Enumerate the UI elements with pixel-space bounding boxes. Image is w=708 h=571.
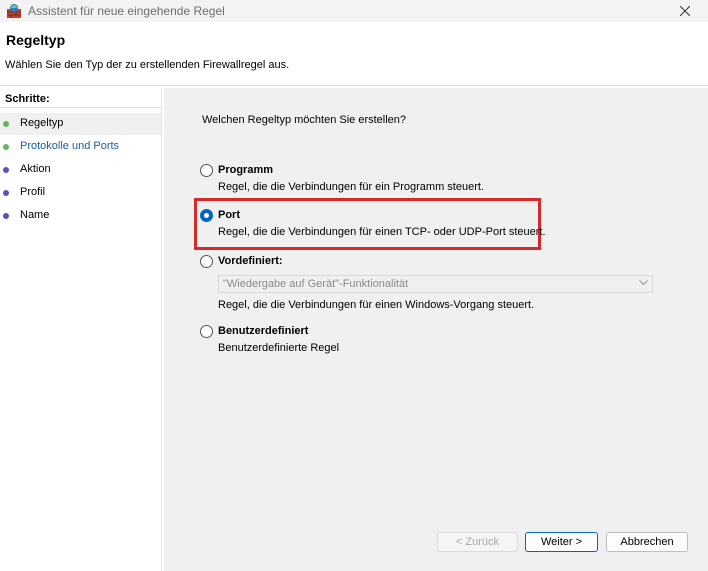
step-pending-dot-icon — [3, 213, 9, 219]
option-title: Benutzerdefiniert — [218, 325, 309, 337]
rule-type-question: Welchen Regeltyp möchten Sie erstellen? — [202, 114, 407, 126]
step-complete-dot-icon — [3, 144, 9, 150]
step-label: Protokolle und Ports — [20, 140, 120, 152]
window-title: Assistent für neue eingehende Regel — [28, 4, 225, 18]
step-label: Aktion — [20, 163, 51, 175]
radio-programm[interactable] — [200, 164, 213, 177]
predefined-select[interactable]: "Wiedergabe auf Gerät"-Funktionalität — [218, 275, 653, 293]
step-regeltyp[interactable]: Regeltyp — [0, 113, 161, 135]
steps-sidebar: Schritte: Regeltyp Protokolle und Ports … — [0, 88, 162, 571]
page-description: Wählen Sie den Typ der zu erstellenden F… — [5, 59, 290, 71]
predefined-select-value: "Wiedergabe auf Gerät"-Funktionalität — [223, 278, 409, 290]
cancel-button[interactable]: Abbrechen — [606, 532, 688, 552]
step-protokolle-und-ports[interactable]: Protokolle und Ports — [0, 136, 161, 158]
close-button[interactable] — [662, 0, 708, 22]
title-bar: Assistent für neue eingehende Regel — [0, 0, 708, 22]
page-title: Regeltyp — [6, 32, 66, 48]
option-title: Programm — [218, 164, 274, 176]
option-title: Vordefiniert: — [218, 255, 283, 267]
option-title: Port — [218, 209, 240, 221]
steps-heading: Schritte: — [0, 88, 161, 108]
step-label: Regeltyp — [20, 117, 64, 129]
highlight-box — [194, 198, 541, 250]
back-button[interactable]: < Zurück — [437, 532, 518, 552]
chevron-down-icon — [639, 280, 648, 286]
main-panel: Welchen Regeltyp möchten Sie erstellen? … — [164, 88, 708, 571]
step-pending-dot-icon — [3, 167, 9, 173]
radio-benutzerdefiniert[interactable] — [200, 325, 213, 338]
option-description: Regel, die die Verbindungen für ein Prog… — [218, 181, 484, 193]
option-description: Benutzerdefinierte Regel — [218, 342, 340, 354]
radio-vordefiniert[interactable] — [200, 255, 213, 268]
step-complete-dot-icon — [3, 121, 9, 127]
steps-heading-label: Schritte: — [5, 93, 50, 105]
step-name[interactable]: Name — [0, 205, 161, 227]
step-label: Name — [20, 209, 50, 221]
wizard-header: Regeltyp Wählen Sie den Typ der zu erste… — [0, 22, 708, 86]
predefined-description: Regel, die die Verbindungen für einen Wi… — [218, 299, 535, 311]
step-pending-dot-icon — [3, 190, 9, 196]
radio-port[interactable] — [200, 209, 213, 222]
step-aktion[interactable]: Aktion — [0, 159, 161, 181]
step-label: Profil — [20, 186, 46, 198]
option-description: Regel, die die Verbindungen für einen TC… — [218, 226, 546, 238]
close-icon — [680, 6, 690, 16]
firewall-app-icon — [7, 4, 21, 18]
next-button[interactable]: Weiter > — [525, 532, 598, 552]
step-profil[interactable]: Profil — [0, 182, 161, 204]
